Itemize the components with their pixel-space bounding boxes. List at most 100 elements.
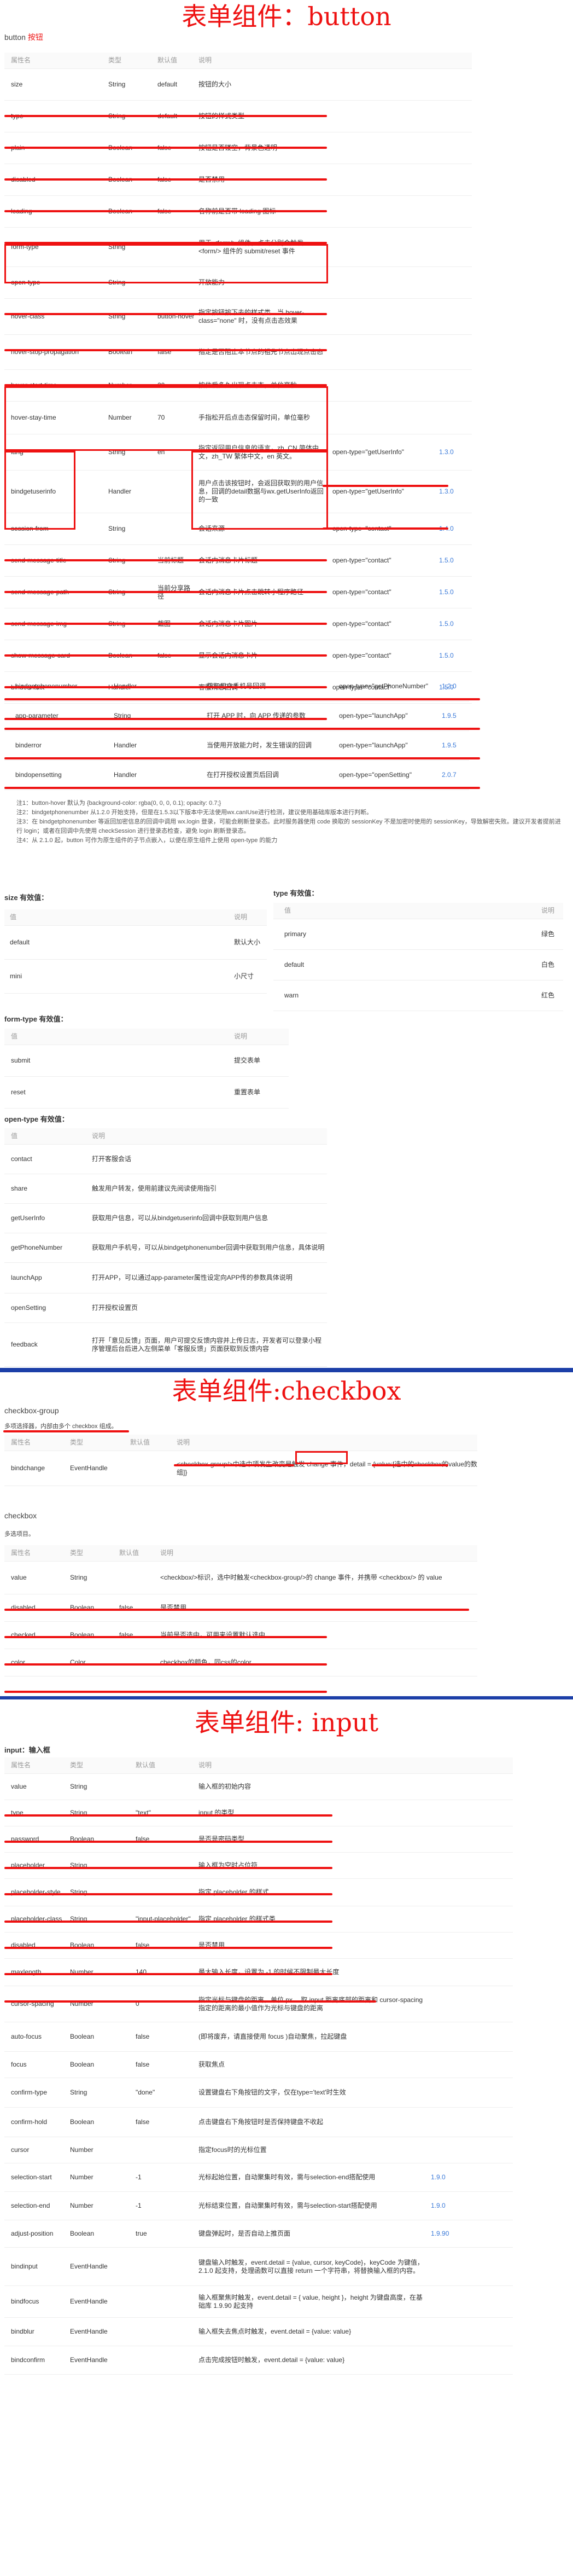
table-cell (480, 2346, 513, 2374)
table-cell: 说明 (198, 56, 212, 64)
table-cell: 指定 placeholder 的样式 (198, 1888, 269, 1896)
table-row: size String default 按钮的大小 (4, 69, 472, 101)
table-header: 值 说明 (4, 909, 267, 926)
table-cell (439, 132, 472, 164)
table-cell (119, 1562, 163, 1594)
note-item: 注4：从 2.1.0 起，button 可作为原生组件的子节点嵌入，以便在原生组… (16, 837, 278, 844)
table-cell: Color (70, 1658, 86, 1666)
table-cell: 绿色 (541, 930, 555, 938)
table-cell: Boolean (70, 1604, 95, 1611)
table-cell: 获取用户手机号，可以从bindgetphonenumber回调中获取到用户信息，… (92, 1244, 325, 1251)
table-cell: 默认值 (157, 56, 178, 64)
table-cell: share (11, 1185, 28, 1192)
red-underline (4, 313, 327, 315)
table-row: checked Boolean false 当前是否选中，可用来设置默认选中 (4, 1622, 477, 1649)
table-row: auto-focus Boolean false (即将废弃，请直接使用 focus … (4, 2022, 513, 2052)
table-cell (480, 2137, 513, 2163)
table-cell: 光标结束位置，自动聚集时有效，需与selection-start搭配使用 (198, 2202, 377, 2209)
input-section-title: 表单组件: input (194, 1708, 378, 1737)
table-cell: 是否是密码类型 (198, 1835, 245, 1843)
table-cell: "done" (136, 2088, 155, 2096)
table-cell (332, 335, 431, 369)
table-cell (431, 1959, 475, 1986)
type-valid-table: 值 说明 primary 绿色 default 白色 warn 红色 (273, 903, 563, 1011)
table-cell: String (108, 312, 126, 320)
table-cell: Number (70, 2146, 93, 2154)
table-cell: Handler (114, 771, 137, 779)
checkbox-heading: checkbox (4, 1511, 37, 1520)
table-cell (136, 1853, 196, 1878)
table-cell (332, 299, 431, 334)
table-cell: 最大输入长度，设置为 -1 的时候不限制最大长度 (198, 1968, 340, 1976)
table-cell (431, 2346, 475, 2374)
table-cell (431, 2318, 475, 2346)
red-underline (4, 698, 480, 700)
checkbox-group-table: 属性名 类型 默认值 说明 bindchange EventHandle <checkbox… (4, 1435, 477, 1486)
table-cell: (即将废弃，请直接使用 focus )自动聚焦，拉起键盘 (198, 2033, 347, 2040)
table-cell (439, 267, 472, 298)
table-cell: cursor (11, 2146, 30, 2154)
table-cell: 类型 (70, 1549, 84, 1557)
table-cell (431, 1933, 475, 1958)
table-cell (136, 1774, 196, 1800)
table-cell: 1.9.5 (442, 741, 457, 749)
table-cell: EventHandle (70, 1464, 108, 1472)
table-cell: getPhoneNumber (11, 1244, 63, 1251)
button-heading: button 按钮 (4, 33, 43, 42)
red-underline (4, 623, 327, 625)
red-highlight-box (4, 451, 75, 530)
table-cell: 类型 (70, 1761, 84, 1769)
table-cell: hover-stop-propagation (11, 348, 79, 356)
red-underline (4, 1841, 332, 1843)
table-cell: 值 (11, 1132, 18, 1140)
table-cell: Boolean (70, 2061, 95, 2068)
table-cell: checkbox的颜色，同css的color (160, 1658, 252, 1666)
table-cell: 1.2.0 (442, 682, 457, 690)
table-cell: -1 (136, 2202, 142, 2209)
table-cell: String (70, 1574, 87, 1581)
table-cell: 1.9.0 (431, 2202, 446, 2209)
note-item: 注1：button-hover 默认为 {background-color: r… (16, 800, 221, 807)
table-cell (332, 370, 431, 401)
table-cell: open-type="contact" (332, 652, 391, 659)
table-cell: 1.9.0 (431, 2173, 446, 2181)
table-cell: size (11, 80, 23, 88)
red-underline (4, 654, 327, 657)
table-row: cursor Number 指定focus时的光标位置 (4, 2137, 513, 2163)
table-cell: 在打开授权设置页后回调 (207, 771, 279, 779)
table-cell: mini (10, 972, 22, 980)
table-cell: open-type="getUserInfo" (332, 448, 404, 456)
table-header: 值 说明 (4, 1128, 327, 1145)
table-cell: open-type="getUserInfo" (332, 488, 404, 495)
table-cell: 点击完成按钮时触发，event.detail = {value: value} (198, 2356, 345, 2364)
table-cell (480, 1757, 513, 1773)
table-cell: Boolean (70, 2118, 95, 2126)
button-attr-table-continued: bindgetphonenumberHandler获取用户手机号回调open-t… (4, 672, 469, 790)
table-cell: 打开「意见反馈」页面，用户可提交反馈内容并上传日志，开发者可以登录小程序管理后台… (92, 1336, 322, 1353)
table-cell: bindconfirm (11, 2356, 45, 2364)
table-cell: 说明 (177, 1438, 190, 1446)
button-section-title: 表单组件：button (182, 2, 391, 31)
table-row: selection-end Number -1 光标结束位置，自动聚集时有效，需与se… (4, 2192, 513, 2220)
type-valid-title: type 有效值： (273, 889, 319, 897)
table-cell: false (136, 1941, 150, 1949)
table-cell: 打开客服会话 (92, 1155, 132, 1163)
table-cell (480, 2248, 513, 2285)
table-cell: Boolean (70, 1631, 95, 1639)
table-row: bindchange EventHandle <checkbox-group/>中选… (4, 1451, 477, 1486)
table-cell: 是否禁用 (160, 1604, 187, 1611)
table-cell (136, 2137, 196, 2163)
table-cell: String (70, 1783, 87, 1790)
table-cell: default (157, 80, 178, 88)
table-cell: 红色 (541, 991, 555, 999)
table-cell: 打开APP，可以通过app-parameter属性设定向APP传的参数具体说明 (92, 1274, 293, 1281)
table-cell: 说明 (234, 1032, 248, 1040)
table-cell (168, 761, 207, 790)
table-cell: maxlength (11, 1968, 42, 1976)
checkbox-table: 属性名 类型 默认值 说明 value String <checkbox/>标识，选中时触发… (4, 1545, 477, 1676)
table-cell: reset (11, 1088, 26, 1096)
table-cell (332, 267, 431, 298)
table-cell (332, 132, 431, 164)
table-cell: 重置表单 (234, 1088, 261, 1096)
table-cell (480, 1879, 513, 1906)
